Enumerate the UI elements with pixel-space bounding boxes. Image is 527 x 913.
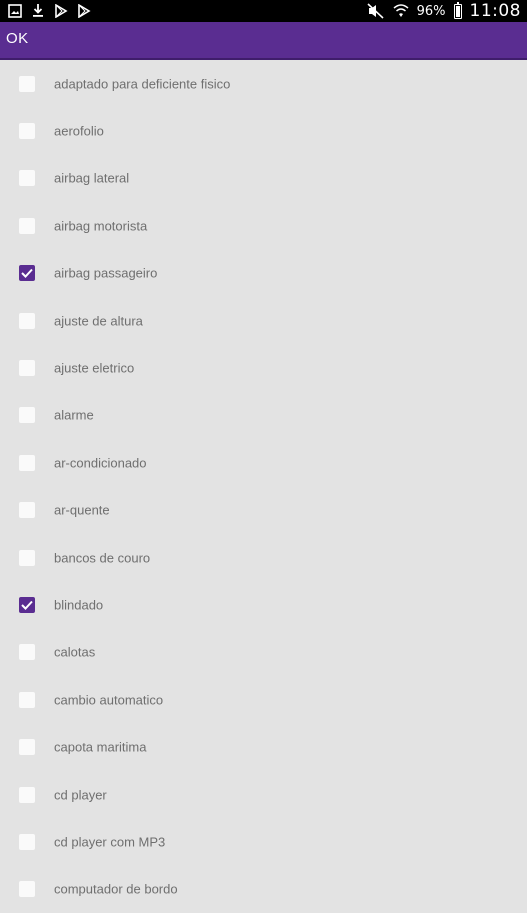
wifi-icon — [393, 4, 409, 17]
play-store-icon — [78, 3, 91, 18]
option-label: alarme — [54, 407, 94, 423]
option-label: capota maritima — [54, 739, 147, 755]
option-item[interactable]: cd player com MP3 — [0, 818, 527, 865]
option-label: cambio automatico — [54, 692, 164, 708]
option-item[interactable]: calotas — [0, 629, 527, 676]
option-item[interactable]: computador de bordo — [0, 866, 527, 913]
battery-percent: 96% — [416, 3, 446, 19]
checkbox[interactable] — [19, 75, 35, 92]
option-label: ajuste de altura — [54, 313, 143, 329]
checkbox[interactable] — [19, 739, 35, 756]
option-item[interactable]: ajuste de altura — [0, 297, 527, 344]
checkbox[interactable] — [19, 596, 35, 613]
option-label: blindado — [54, 597, 104, 613]
checkbox[interactable] — [19, 644, 35, 661]
checkbox[interactable] — [19, 123, 35, 140]
option-label: airbag passageiro — [54, 265, 158, 281]
checkbox[interactable] — [19, 833, 35, 850]
options-list: adaptado para deficiente fisico aerofoli… — [0, 60, 527, 913]
checkbox[interactable] — [19, 265, 35, 282]
battery-icon — [453, 1, 462, 19]
option-item[interactable]: ajuste eletrico — [0, 344, 527, 391]
checkbox[interactable] — [19, 217, 35, 234]
clock: 11:08 — [469, 1, 521, 21]
action-bar: OK — [0, 22, 527, 60]
checkbox[interactable] — [19, 881, 35, 898]
checkbox[interactable] — [19, 691, 35, 708]
notification-icons — [8, 3, 91, 18]
checkbox[interactable] — [19, 786, 35, 803]
option-item[interactable]: alarme — [0, 392, 527, 439]
checkbox[interactable] — [19, 407, 35, 424]
option-item[interactable]: blindado — [0, 581, 527, 628]
option-item[interactable]: adaptado para deficiente fisico — [0, 60, 527, 107]
checkbox[interactable] — [19, 502, 35, 519]
status-bar: 96% 11:08 — [0, 0, 527, 22]
option-item[interactable]: cambio automatico — [0, 676, 527, 723]
option-label: adaptado para deficiente fisico — [54, 76, 231, 92]
play-store-icon — [55, 3, 68, 18]
option-label: aerofolio — [54, 123, 104, 139]
check-icon — [21, 269, 33, 279]
checkbox[interactable] — [19, 312, 35, 329]
option-item[interactable]: aerofolio — [0, 107, 527, 154]
option-item[interactable]: bancos de couro — [0, 534, 527, 581]
option-label: calotas — [54, 644, 96, 660]
option-label: ar-condicionado — [54, 455, 147, 471]
option-item[interactable]: ar-quente — [0, 487, 527, 534]
checkbox[interactable] — [19, 360, 35, 377]
system-icons: 96% 11:08 — [367, 0, 521, 22]
option-item[interactable]: ar-condicionado — [0, 439, 527, 486]
option-label: computador de bordo — [54, 881, 178, 897]
option-item[interactable]: airbag passageiro — [0, 250, 527, 297]
option-label: airbag lateral — [54, 170, 130, 186]
option-label: airbag motorista — [54, 218, 148, 234]
checkbox[interactable] — [19, 549, 35, 566]
option-item[interactable]: capota maritima — [0, 723, 527, 770]
option-item[interactable]: airbag motorista — [0, 202, 527, 249]
mute-icon — [367, 3, 384, 19]
option-label: ar-quente — [54, 502, 110, 518]
ok-button[interactable]: OK — [6, 30, 29, 47]
option-label: cd player — [54, 787, 107, 803]
check-icon — [21, 600, 33, 610]
option-item[interactable]: cd player — [0, 771, 527, 818]
option-label: cd player com MP3 — [54, 834, 166, 850]
checkbox[interactable] — [19, 170, 35, 187]
option-item[interactable]: airbag lateral — [0, 155, 527, 202]
download-icon — [33, 4, 43, 17]
image-icon — [8, 3, 22, 18]
option-label: ajuste eletrico — [54, 360, 135, 376]
checkbox[interactable] — [19, 454, 35, 471]
option-label: bancos de couro — [54, 550, 151, 566]
